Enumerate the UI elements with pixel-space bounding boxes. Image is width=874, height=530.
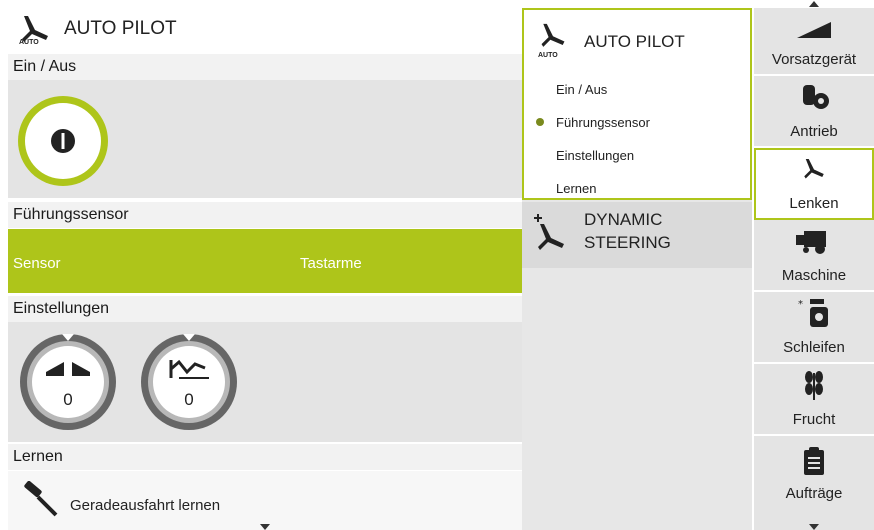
dial-value: 0 [63, 390, 73, 409]
nav-item-maschine[interactable]: Maschine [754, 220, 874, 292]
nav-item-lenken[interactable]: Lenken [754, 148, 874, 220]
on-off-section [8, 80, 522, 198]
grinder-icon: * [754, 298, 874, 328]
submenu-item-guidance[interactable]: Führungssensor [556, 115, 650, 130]
drive-gear-icon [754, 82, 874, 112]
page-title: AUTO PILOT [64, 18, 177, 39]
section-title-learn: Lernen [8, 444, 522, 470]
auto-label: AUTO [19, 39, 39, 46]
sensor-label: Sensor [13, 255, 61, 272]
autopilot-icon [541, 23, 565, 47]
autopilot-panel: AUTO AUTO PILOT Ein / Aus Führungssensor… [8, 8, 522, 530]
sensor-row[interactable]: Sensor Tastarme [8, 229, 522, 293]
dial-ring [141, 334, 237, 430]
header-icon [754, 14, 874, 44]
screwdriver-icon [24, 481, 58, 517]
submenu-item-learn[interactable]: Lernen [556, 181, 596, 196]
autopilot-icon [22, 16, 48, 42]
nav-item-auftraege[interactable]: Aufträge [754, 436, 874, 516]
nav-item-schleifen[interactable]: * Schleifen [754, 292, 874, 364]
panel-header: AUTO AUTO PILOT [8, 8, 522, 56]
nav-label: Aufträge [785, 485, 843, 502]
active-dot-icon [536, 118, 544, 126]
scroll-down-indicator-icon [260, 524, 270, 530]
power-toggle-button[interactable] [16, 94, 110, 188]
nav-label: Schleifen [783, 339, 845, 356]
dial-value: 0 [184, 390, 194, 409]
sensitivity-dial[interactable]: 0 [18, 332, 118, 432]
scroll-down-indicator-icon [809, 524, 819, 530]
learn-straight-item[interactable]: Geradeausfahrt lernen [8, 471, 522, 530]
submenu-panel: AUTO AUTO PILOT Ein / Aus Führungssensor… [522, 8, 752, 530]
dynamic-title-line2: STEERING [584, 233, 671, 252]
harvester-icon [754, 226, 874, 256]
section-title-on-off: Ein / Aus [8, 54, 522, 80]
submenu-item-settings[interactable]: Einstellungen [556, 148, 634, 163]
steering-icon [756, 156, 872, 186]
scroll-up-indicator-icon [809, 1, 819, 7]
clipboard-icon [754, 446, 874, 476]
nav-label: Antrieb [790, 123, 838, 140]
dynamic-title-line1: DYNAMIC [584, 210, 663, 229]
learn-item-label: Geradeausfahrt lernen [70, 497, 221, 514]
response-dial[interactable]: 0 [139, 332, 239, 432]
nav-label: Lenken [789, 195, 839, 212]
menu-title: AUTO PILOT [584, 32, 685, 51]
nav-item-antrieb[interactable]: Antrieb [754, 76, 874, 148]
autopilot-menu[interactable]: AUTO AUTO PILOT Ein / Aus Führungssensor… [522, 8, 752, 200]
sensor-value: Tastarme [300, 255, 362, 272]
dynamic-steering-menu[interactable]: DYNAMIC STEERING [522, 202, 752, 268]
nav-label: Vorsatzgerät [771, 51, 857, 68]
crop-icon [754, 370, 874, 400]
nav-item-vorsatzgeraet[interactable]: Vorsatzgerät [754, 8, 874, 76]
dynamic-steering-icon [534, 214, 564, 250]
nav-item-frucht[interactable]: Frucht [754, 364, 874, 436]
section-title-guidance: Führungssensor [8, 202, 522, 228]
submenu-item-on-off[interactable]: Ein / Aus [556, 82, 607, 97]
dial-ring [20, 334, 116, 430]
nav-label: Maschine [781, 267, 847, 284]
settings-section: 0 0 [8, 322, 522, 442]
nav-label: Frucht [792, 411, 836, 428]
svg-text:*: * [798, 299, 803, 310]
main-nav: Vorsatzgerät Antrieb Lenken Maschine * S… [754, 1, 874, 530]
section-title-settings: Einstellungen [8, 296, 522, 322]
auto-label: AUTO [538, 52, 558, 59]
